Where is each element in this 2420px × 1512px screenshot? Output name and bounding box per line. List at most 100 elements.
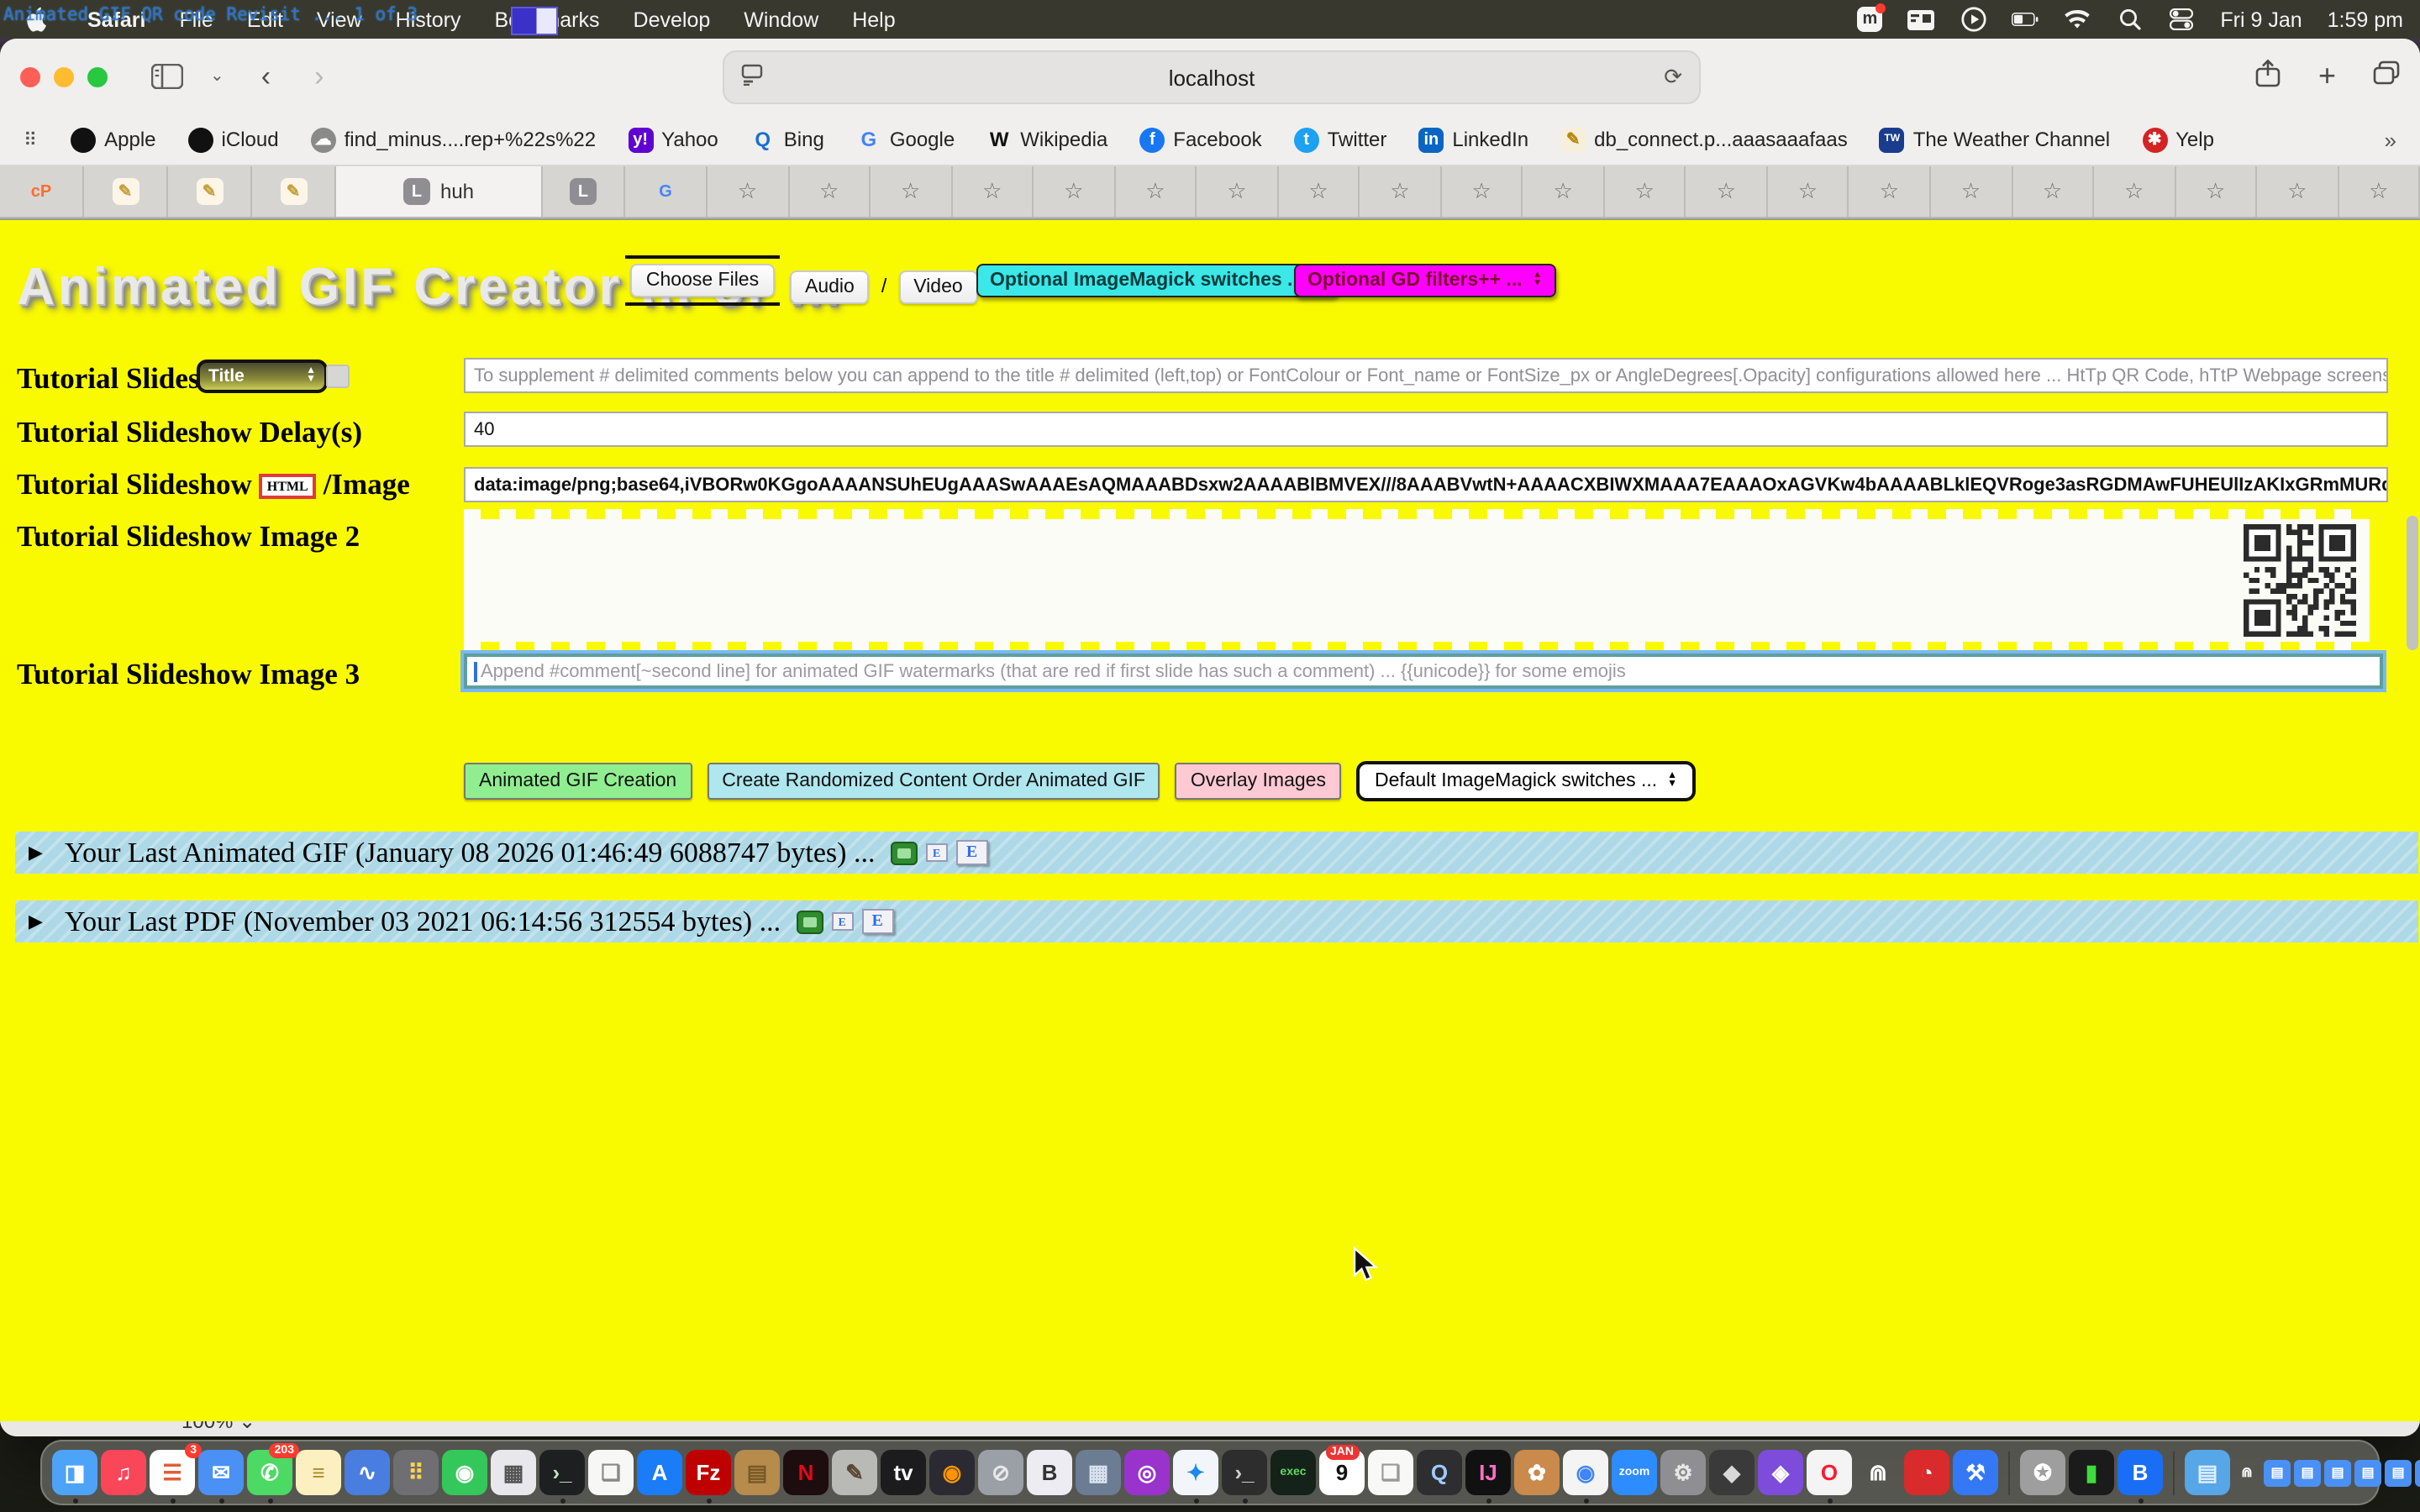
zoom-level-indicator[interactable]: 100% ⌄: [182, 1421, 255, 1433]
title-supplement-input[interactable]: To supplement # delimited comments below…: [464, 358, 2388, 393]
dock-icon-filezilla[interactable]: Fz: [686, 1450, 731, 1495]
menu-help[interactable]: Help: [835, 8, 912, 31]
bookmark-item-the-weather-channel[interactable]: TWThe Weather Channel: [1880, 127, 2110, 152]
reload-icon[interactable]: ⟳: [1664, 64, 1682, 91]
spotlight-search-icon[interactable]: [2116, 8, 2143, 31]
tab-icon[interactable]: ✎: [168, 166, 252, 217]
close-window-button[interactable]: [20, 66, 40, 87]
dock-icon-zoom[interactable]: zoom: [1612, 1450, 1657, 1495]
dock-icon-minimized-window[interactable]: ▤: [2415, 1459, 2420, 1486]
randomized-gif-button[interactable]: Create Randomized Content Order Animated…: [707, 763, 1160, 800]
tab-icon[interactable]: ✎: [84, 166, 168, 217]
bookmarks-overflow-chevron[interactable]: »: [2385, 127, 2396, 152]
tab-bookmark-star[interactable]: ☆: [1197, 166, 1278, 217]
dock-icon-contacts-book[interactable]: ▤: [734, 1450, 780, 1495]
dock-icon-chrome[interactable]: ◉: [1563, 1450, 1608, 1495]
dock-icon-podcasts[interactable]: ◎: [1124, 1450, 1170, 1495]
dock-icon-netflix[interactable]: N: [783, 1450, 829, 1495]
dock-icon-minimized-window[interactable]: ▤: [2385, 1459, 2412, 1486]
zoom-window-button[interactable]: [87, 66, 108, 87]
last-pdf-summary[interactable]: ▶ Your Last PDF (November 03 2021 06:14:…: [15, 900, 2418, 942]
last-animated-gif-summary[interactable]: ▶ Your Last Animated GIF (January 08 202…: [15, 832, 2418, 874]
dock-icon-installer-app[interactable]: ⚒: [1953, 1450, 1998, 1495]
dock-icon-tooth-app[interactable]: ⋒: [1855, 1450, 1901, 1495]
choose-files-button[interactable]: Choose Files: [631, 264, 774, 297]
dock-icon-minimized-window[interactable]: ▤: [2264, 1459, 2291, 1486]
disclosure-triangle[interactable]: ▶: [29, 842, 43, 864]
bookmark-item-icloud[interactable]: iCloud: [188, 127, 279, 152]
dock-icon-intellij[interactable]: IJ: [1465, 1450, 1511, 1495]
tab-icon[interactable]: G: [625, 166, 708, 217]
mobile-preview-icon[interactable]: [796, 910, 823, 933]
dock-icon-messages[interactable]: ✆203: [247, 1450, 292, 1495]
tab-icon[interactable]: cP: [0, 166, 84, 217]
tab-bookmark-star[interactable]: ☆: [952, 166, 1034, 217]
bookmark-grid-icon[interactable]: ⠿: [24, 129, 39, 150]
sidebar-toggle-icon[interactable]: [151, 64, 183, 89]
address-bar[interactable]: localhost ⟳: [723, 50, 1701, 104]
forward-button[interactable]: ›: [314, 60, 324, 93]
tab-bookmark-star[interactable]: ☆: [1278, 166, 1360, 217]
image3-comment-input[interactable]: Append #comment[~second line] for animat…: [464, 654, 2383, 689]
new-tab-icon[interactable]: +: [2318, 59, 2336, 94]
dock-icon-launchpad[interactable]: ⠿: [393, 1450, 439, 1495]
gd-filters-select[interactable]: Optional GD filters++ ...▲▼: [1294, 264, 1556, 297]
minimize-window-button[interactable]: [54, 66, 74, 87]
dock-icon-app-store[interactable]: A: [637, 1450, 682, 1495]
dock-icon-downloads-bin[interactable]: ▤: [2185, 1450, 2230, 1495]
dock-icon-firefox[interactable]: ◉: [929, 1450, 975, 1495]
menu-develop[interactable]: Develop: [617, 8, 728, 31]
email-large-icon[interactable]: E: [861, 909, 893, 934]
bookmark-item-wikipedia[interactable]: WWikipedia: [986, 127, 1107, 152]
tab-active-huh[interactable]: Lhuh: [336, 166, 543, 217]
share-icon[interactable]: [2256, 58, 2281, 95]
dock-icon-opera[interactable]: O: [1807, 1450, 1852, 1495]
dock-icon-minimized-window[interactable]: ▤: [2294, 1459, 2321, 1486]
tab-bookmark-star[interactable]: ☆: [2257, 166, 2338, 217]
dock-icon-mail[interactable]: ✉: [198, 1450, 244, 1495]
tab-bookmark-star[interactable]: ☆: [2094, 166, 2175, 217]
animated-gif-creation-button[interactable]: Animated GIF Creation: [464, 763, 692, 800]
tab-bookmark-star[interactable]: ☆: [2012, 166, 2094, 217]
tab-bookmark-star[interactable]: ☆: [2175, 166, 2257, 217]
dock-icon-paint-app[interactable]: ✿: [1514, 1450, 1560, 1495]
dock-icon-calendar[interactable]: 9JAN: [1319, 1450, 1365, 1495]
dock-icon-minimized-window[interactable]: ▤: [2354, 1459, 2381, 1486]
dock-icon-terminal-2[interactable]: ›_: [1222, 1450, 1267, 1495]
back-button[interactable]: ‹: [261, 60, 271, 93]
dock-icon-textedit[interactable]: ❏: [588, 1450, 634, 1495]
dock-icon-notes[interactable]: ≡: [296, 1450, 341, 1495]
bookmark-item-linkedin[interactable]: inLinkedIn: [1418, 127, 1528, 152]
playback-icon[interactable]: [1960, 8, 1986, 31]
dock-icon-preview-doc[interactable]: ❏: [1368, 1450, 1413, 1495]
overlay-images-button[interactable]: Overlay Images: [1176, 763, 1341, 800]
battery-icon[interactable]: [2012, 8, 2039, 31]
dock-icon-mini-tooth[interactable]: ⋒: [2233, 1459, 2260, 1486]
page-format-icon[interactable]: [741, 64, 763, 91]
status-app-icon[interactable]: m: [1857, 7, 1882, 32]
bookmark-item-yelp[interactable]: ✱Yelp: [2142, 127, 2214, 152]
bookmark-item-find-minus-rep-22s-22[interactable]: ☁find_minus....rep+%22s%22: [311, 127, 597, 152]
keyboard-switcher-icon[interactable]: [1907, 8, 1934, 31]
page-scrollbar-thumb[interactable]: [2407, 516, 2418, 650]
tab-bookmark-star[interactable]: ☆: [1686, 166, 1768, 217]
tab-bookmark-star[interactable]: ☆: [1768, 166, 1849, 217]
tab-icon[interactable]: L: [543, 166, 625, 217]
delay-input[interactable]: 40: [464, 412, 2388, 447]
email-small-icon[interactable]: E: [831, 912, 853, 931]
tab-icon[interactable]: ✎: [252, 166, 336, 217]
dock-icon-quicktime[interactable]: Q: [1417, 1450, 1462, 1495]
bookmark-item-db-connect-p-aaasaaafaas[interactable]: ✎db_connect.p...aaasaaafaas: [1560, 127, 1848, 152]
bookmark-item-twitter[interactable]: tTwitter: [1294, 127, 1387, 152]
mobile-preview-icon[interactable]: [891, 841, 918, 864]
email-small-icon[interactable]: E: [926, 843, 948, 862]
tab-bookmark-star[interactable]: ☆: [789, 166, 871, 217]
default-imagemagick-select[interactable]: Default ImageMagick switches ...▲▼: [1356, 761, 1696, 801]
dock-icon-graphs-app[interactable]: ∿: [345, 1450, 390, 1495]
tab-bookmark-star[interactable]: ☆: [1442, 166, 1523, 217]
dock-icon-inkscape[interactable]: ◆: [1709, 1450, 1754, 1495]
dock-icon-accessibility[interactable]: ✪: [2020, 1450, 2065, 1495]
dock-icon-facetime[interactable]: ◉: [442, 1450, 487, 1495]
tab-bookmark-star[interactable]: ☆: [1360, 166, 1442, 217]
dock-icon-apple-tv[interactable]: tv: [881, 1450, 926, 1495]
